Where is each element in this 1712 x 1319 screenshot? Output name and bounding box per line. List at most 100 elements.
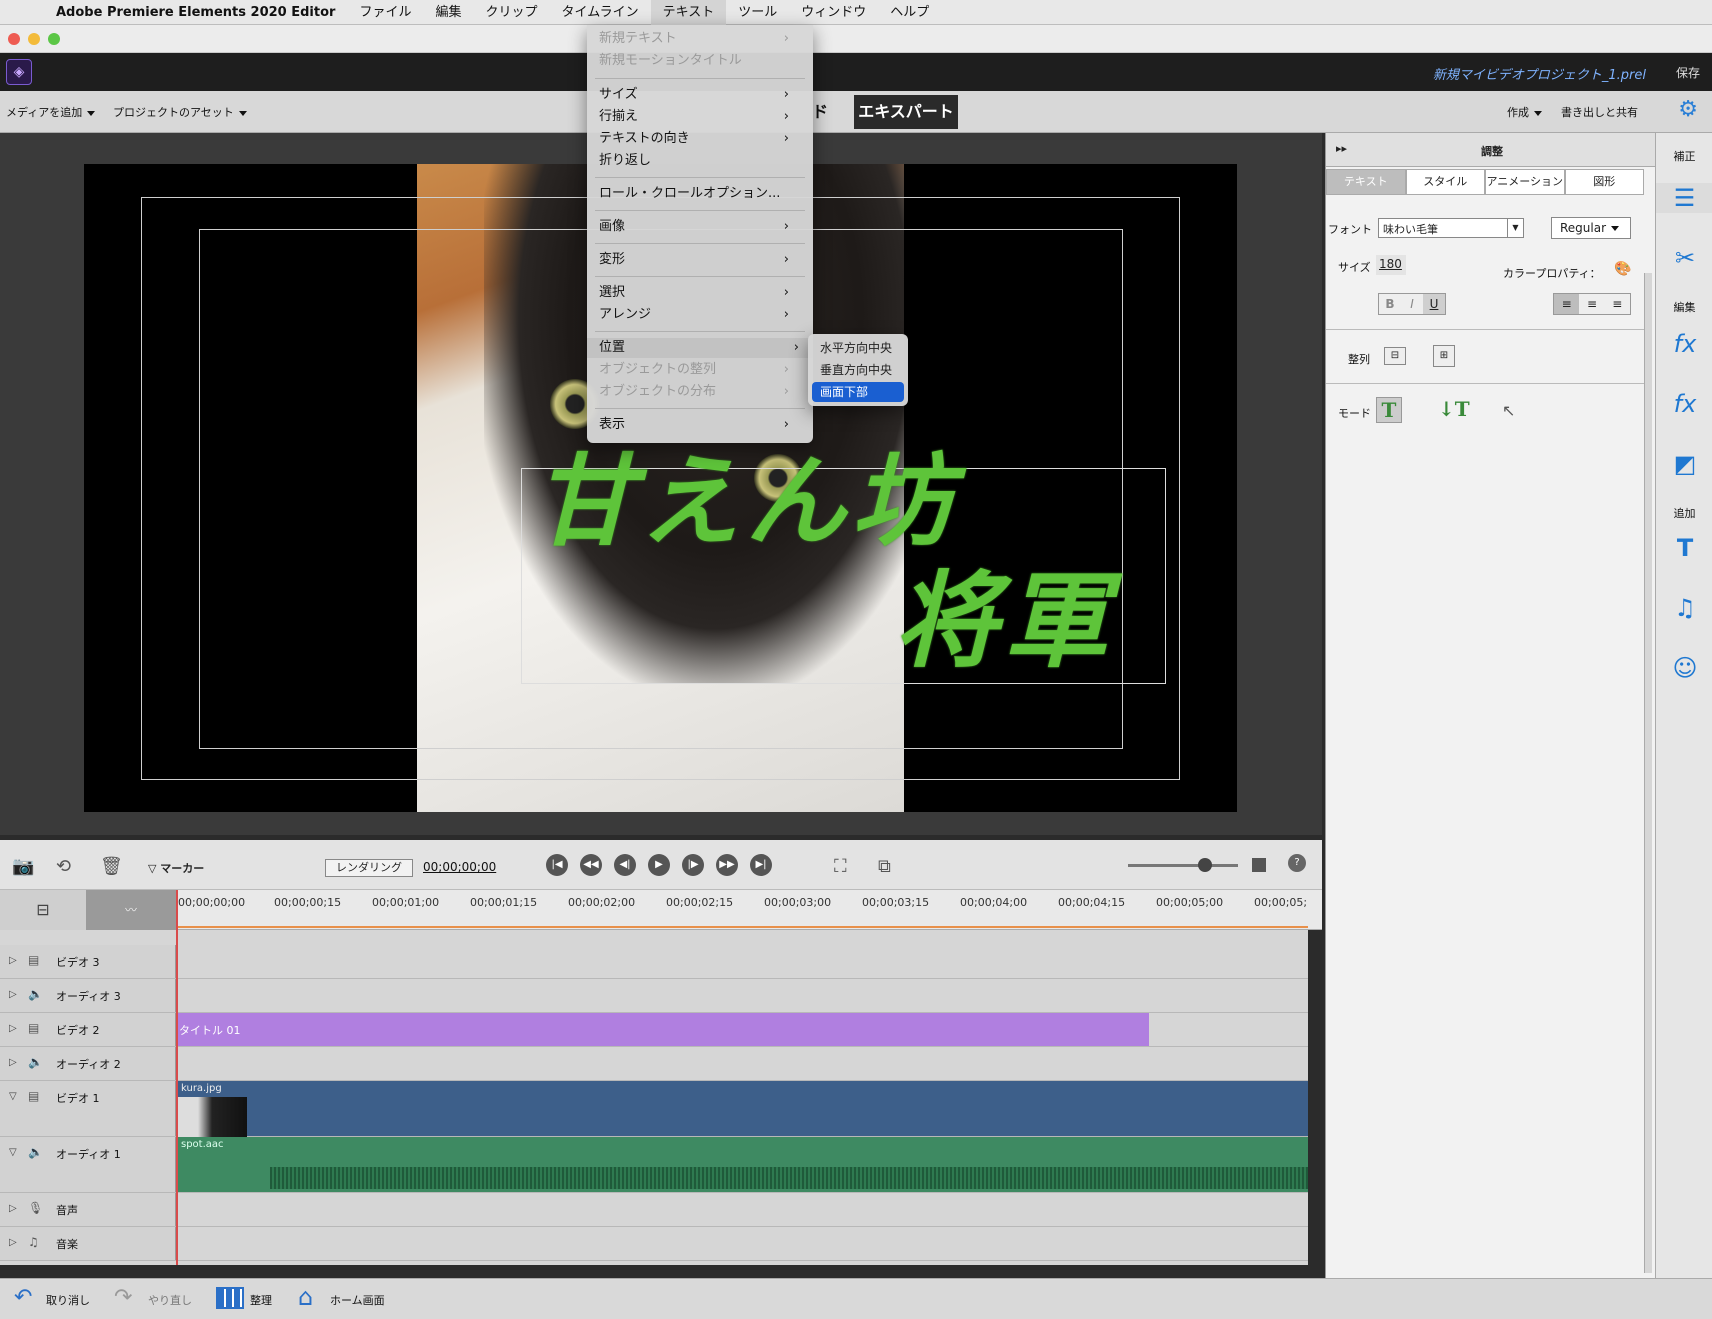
project-assets-button[interactable]: プロジェクトのアセット <box>113 104 247 120</box>
menu-text[interactable]: テキスト <box>650 0 727 25</box>
menu-item-image[interactable]: 画像 › <box>599 217 803 237</box>
trash-icon[interactable]: 🗑 <box>100 856 123 877</box>
selection-tool-icon[interactable]: ↖ <box>1502 401 1515 420</box>
redo-button[interactable]: やり直し <box>148 1292 192 1308</box>
effects-icon[interactable]: fx <box>1670 389 1700 419</box>
track-video-3[interactable]: ▷ ▤ ビデオ 3 <box>0 945 1308 979</box>
export-share-button[interactable]: 書き出しと共有 <box>1561 104 1638 120</box>
rotate-icon[interactable]: ⟲ <box>56 856 71 877</box>
expand-icon[interactable]: ▷ <box>9 1203 17 1214</box>
menu-item-view[interactable]: 表示 › <box>599 415 803 435</box>
expand-icon[interactable]: ▷ <box>9 955 17 966</box>
render-button[interactable]: レンダリング <box>325 859 413 877</box>
zoom-window-button[interactable] <box>48 33 60 45</box>
goto-start-icon[interactable]: |◀ <box>546 854 568 876</box>
graphics-smiley-icon[interactable]: ☺ <box>1670 653 1700 683</box>
close-window-button[interactable] <box>8 33 20 45</box>
menu-app-name[interactable]: Adobe Premiere Elements 2020 Editor <box>48 0 347 25</box>
track-video-1[interactable]: ▽ ▤ ビデオ 1 kura.jpg <box>0 1081 1308 1137</box>
step-forward-icon[interactable]: |▶ <box>682 854 704 876</box>
menu-file[interactable]: ファイル <box>347 0 423 25</box>
align-vertical-center-icon[interactable]: ⊞ <box>1433 345 1455 367</box>
menu-item-text-orientation[interactable]: テキストの向き › <box>599 129 803 149</box>
vertical-text-tool-icon[interactable]: ↓T <box>1438 397 1470 423</box>
organizer-grid-icon[interactable] <box>216 1287 244 1309</box>
titles-text-icon[interactable]: T <box>1670 533 1700 563</box>
collapse-icon[interactable]: ▽ <box>9 1091 17 1102</box>
menu-item-transform[interactable]: 変形 › <box>599 250 803 270</box>
fit-preview-icon[interactable]: ⧉ <box>878 856 891 877</box>
fullscreen-preview-icon[interactable]: ⛶ <box>834 856 847 877</box>
track-audio-3[interactable]: ▷ 🔈 オーディオ 3 <box>0 979 1308 1013</box>
applied-effects-icon[interactable]: fx <box>1670 329 1700 359</box>
mode-guided-button[interactable]: ド <box>812 95 828 129</box>
align-horizontal-center-icon[interactable]: ⊟ <box>1384 347 1406 365</box>
step-back-icon[interactable]: ◀| <box>614 854 636 876</box>
submenu-item-center-horizontal[interactable]: 水平方向中央 <box>812 338 904 358</box>
size-input[interactable]: 180 <box>1376 255 1406 275</box>
help-icon[interactable]: ? <box>1288 854 1306 872</box>
expand-icon[interactable]: ▷ <box>9 989 17 1000</box>
organizer-button[interactable]: 整理 <box>250 1292 272 1308</box>
tab-shape[interactable]: 図形 <box>1564 169 1644 195</box>
underline-button[interactable]: U <box>1423 294 1445 314</box>
menu-item-select[interactable]: 選択 › <box>599 283 803 303</box>
zoom-slider[interactable] <box>1128 864 1238 867</box>
gear-icon[interactable]: ⚙ <box>1678 97 1698 122</box>
tab-style[interactable]: スタイル <box>1405 169 1485 195</box>
zoom-slider-handle[interactable] <box>1198 858 1212 872</box>
play-icon[interactable]: ▶ <box>648 854 670 876</box>
track-settings-icon[interactable]: ⊟ <box>0 890 86 930</box>
track-audio-2[interactable]: ▷ 🔈 オーディオ 2 <box>0 1047 1308 1081</box>
track-audio-1[interactable]: ▽ 🔈 オーディオ 1 spot.aac <box>0 1137 1308 1193</box>
home-button[interactable]: ホーム画面 <box>330 1292 385 1308</box>
menu-clip[interactable]: クリップ <box>473 0 549 25</box>
collapse-panel-icon[interactable]: ▸▸ <box>1336 142 1347 155</box>
menu-item-size[interactable]: サイズ › <box>599 85 803 105</box>
track-music[interactable]: ▷ ♫ 音楽 <box>0 1227 1308 1261</box>
playhead[interactable] <box>176 890 178 1265</box>
expand-icon[interactable]: ▷ <box>9 1023 17 1034</box>
tab-text[interactable]: テキスト <box>1326 169 1406 195</box>
submenu-item-center-vertical[interactable]: 垂直方向中央 <box>812 360 904 380</box>
create-button[interactable]: 作成 <box>1507 104 1542 120</box>
goto-end-icon[interactable]: ▶| <box>750 854 772 876</box>
timeline-ruler[interactable]: ⊟ 〰 00;00;00;00 00;00;00;15 00;00;01;00 … <box>0 890 1322 930</box>
expand-icon[interactable]: ▷ <box>9 1237 17 1248</box>
zoom-max-icon[interactable] <box>1252 858 1266 872</box>
menu-item-roll-crawl[interactable]: ロール・クロールオプション... <box>599 184 803 204</box>
undo-button[interactable]: 取り消し <box>46 1292 90 1308</box>
title-text-line2[interactable]: 将軍 <box>894 564 1114 678</box>
color-palette-icon[interactable]: 🎨 <box>1614 261 1631 277</box>
work-area-bar[interactable] <box>176 926 1308 928</box>
font-style-select[interactable]: Regular <box>1551 217 1631 239</box>
music-icon[interactable]: ♫ <box>1670 593 1700 623</box>
menu-edit[interactable]: 編集 <box>423 0 473 25</box>
align-center-icon[interactable]: ≡ <box>1579 294 1604 314</box>
title-clip[interactable]: タイトル 01 <box>177 1013 1149 1046</box>
menu-timeline[interactable]: タイムライン <box>549 0 650 25</box>
adjust-sliders-icon[interactable]: ☰ <box>1656 183 1712 213</box>
marker-button[interactable]: ▽ マーカー <box>148 860 204 876</box>
image-clip[interactable]: kura.jpg <box>177 1081 1308 1136</box>
panel-scrollbar[interactable] <box>1644 273 1652 1273</box>
undo-icon[interactable]: ↶ <box>14 1285 32 1310</box>
menu-window[interactable]: ウィンドウ <box>789 0 878 25</box>
track-video-2[interactable]: ▷ ▤ ビデオ 2 タイトル 01 <box>0 1013 1308 1047</box>
audio-waveform-icon[interactable]: 〰 <box>86 890 176 930</box>
menu-item-wrap[interactable]: 折り返し <box>599 151 803 171</box>
menu-help[interactable]: ヘルプ <box>878 0 941 25</box>
tools-icon[interactable]: ✂ <box>1670 243 1700 273</box>
font-select[interactable]: 味わい毛筆 ▼ <box>1378 218 1524 238</box>
title-text-line1[interactable]: 甘えん坊 <box>534 446 958 556</box>
home-icon[interactable]: ⌂ <box>298 1283 313 1311</box>
expand-icon[interactable]: ▷ <box>9 1057 17 1068</box>
fast-forward-icon[interactable]: ▶▶ <box>716 854 738 876</box>
transitions-icon[interactable]: ◩ <box>1670 449 1700 479</box>
menu-item-arrange[interactable]: アレンジ › <box>599 305 803 325</box>
timecode-display[interactable]: 00;00;00;00 <box>423 860 496 874</box>
collapse-icon[interactable]: ▽ <box>9 1147 17 1158</box>
menu-item-alignment[interactable]: 行揃え › <box>599 107 803 127</box>
tab-animation[interactable]: アニメーション <box>1485 169 1565 195</box>
submenu-item-lower-third[interactable]: 画面下部 <box>812 382 904 402</box>
